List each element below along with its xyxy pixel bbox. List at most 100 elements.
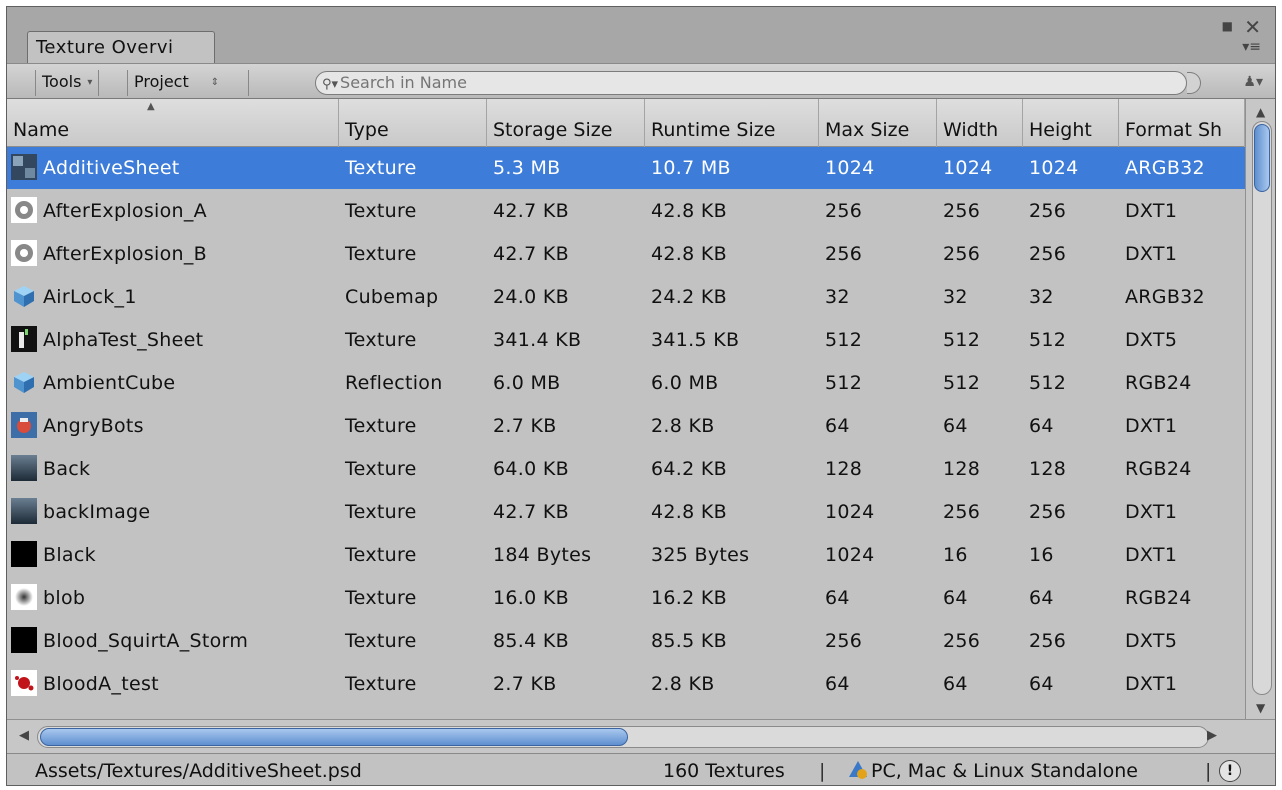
table-row[interactable]: Back Texture 64.0 KB 64.2 KB 128 128 128 RGB24 [7,448,1245,490]
selected-asset-path: Assets/Textures/AdditiveSheet.psd [35,760,362,782]
table-row[interactable]: backImage Texture 42.7 KB 42.8 KB 1024 256 256… [7,491,1245,533]
table-row[interactable]: BloodA_test Texture 2.7 KB 2.8 KB 64 64 64 DXT1 [7,663,1245,705]
blob-thumbnail-icon [11,584,37,610]
table-row[interactable]: Black Texture 184 Bytes 325 Bytes 1024 16 16 DX… [7,534,1245,576]
cell-runtime-size: 42.8 KB [651,243,727,265]
scroll-left-icon[interactable]: ◀ [19,728,29,743]
scope-dropdown[interactable]: Project ⇕ [127,70,249,96]
cell-height: 512 [1029,372,1067,394]
cell-storage-size: 5.3 MB [493,157,561,179]
table-row[interactable]: AlphaTest_Sheet Texture 341.4 KB 341.5 KB 51… [7,319,1245,361]
cell-max-size: 1024 [825,544,875,566]
platform-button[interactable]: PC, Mac & Linux Standalone [847,754,1138,785]
table-row[interactable]: Blood_SquirtA_Storm Texture 85.4 KB 85.5 KB… [7,620,1245,662]
table-row[interactable]: AngryBots Texture 2.7 KB 2.8 KB 64 64 64 DXT1 [7,405,1245,447]
cell-type: Texture [345,673,417,695]
cell-runtime-size: 2.8 KB [651,673,715,695]
cell-max-size: 64 [825,415,850,437]
cell-width: 64 [943,587,968,609]
vertical-scrollbar[interactable]: ▲ ▼ [1245,99,1275,719]
tab-texture-overview[interactable]: Texture Overvi [27,31,215,65]
col-height-header[interactable]: Height [1023,99,1119,147]
cell-height: 256 [1029,243,1067,265]
cell-format: DXT1 [1125,200,1178,222]
cell-height: 256 [1029,501,1067,523]
cell-type: Texture [345,587,417,609]
vertical-scroll-track[interactable] [1252,121,1272,695]
cell-width: 16 [943,544,968,566]
cell-type: Texture [345,329,417,351]
toolbar: Tools ▾ Project ⇕ ⚲▾ ♟▾ [7,63,1275,99]
cell-max-size: 512 [825,372,863,394]
cell-runtime-size: 42.8 KB [651,200,727,222]
texture-name: AngryBots [43,415,144,437]
gradient-thumbnail-icon [11,455,37,481]
table-header: ▲ Name Type Storage Size Runtime Size Max Si… [7,99,1245,147]
status-bar: Assets/Textures/AdditiveSheet.psd 160 Te… [7,753,1275,785]
scroll-right-icon[interactable]: ▶ [1207,728,1217,743]
cell-width: 256 [943,200,981,222]
cell-type: Cubemap [345,286,439,308]
search-cancel-button[interactable] [1187,72,1201,94]
platform-label: PC, Mac & Linux Standalone [871,760,1138,782]
col-runtime-size-header[interactable]: Runtime Size [645,99,819,147]
table-row[interactable]: blob Texture 16.0 KB 16.2 KB 64 64 64 RGB24 [7,577,1245,619]
col-name-header[interactable]: Name [7,99,339,147]
cell-type: Texture [345,501,417,523]
horizontal-scrollbar[interactable]: ◀ ▶ [7,719,1275,753]
search-field[interactable]: ⚲▾ [315,71,1187,95]
cell-runtime-size: 6.0 MB [651,372,719,394]
cell-width: 32 [943,286,968,308]
cell-storage-size: 24.0 KB [493,286,569,308]
col-width-header[interactable]: Width [937,99,1023,147]
cell-width: 256 [943,501,981,523]
cell-height: 1024 [1029,157,1079,179]
explosion-thumbnail-icon [11,240,37,266]
cell-width: 64 [943,673,968,695]
texture-name: Back [43,458,91,480]
col-type-header[interactable]: Type [339,99,487,147]
texture-name: AfterExplosion_B [43,243,208,265]
cell-type: Texture [345,458,417,480]
tab-title: Texture Overvi [36,37,174,58]
cell-format: RGB24 [1125,458,1192,480]
cell-height: 32 [1029,286,1054,308]
horizontal-scroll-thumb[interactable] [40,728,628,746]
horizontal-scroll-track[interactable] [37,726,1209,748]
search-input[interactable] [340,73,1141,92]
table-row[interactable]: AfterExplosion_B Texture 42.7 KB 42.8 KB 256… [7,233,1245,275]
close-icon[interactable]: ✕ [1244,15,1261,39]
table-row[interactable]: AdditiveSheet Texture 5.3 MB 10.7 MB 1024 102… [7,147,1245,189]
cell-max-size: 64 [825,587,850,609]
table-row[interactable]: AfterExplosion_A Texture 42.7 KB 42.8 KB 256… [7,190,1245,232]
cell-height: 64 [1029,587,1054,609]
cell-max-size: 64 [825,673,850,695]
cell-storage-size: 2.7 KB [493,673,557,695]
cell-name: Black [7,534,339,576]
user-filter-icon[interactable]: ♟▾ [1243,74,1263,90]
cell-format: RGB24 [1125,587,1192,609]
window-menu-icon[interactable]: ▾≡ [1242,39,1261,55]
col-storage-size-header[interactable]: Storage Size [487,99,645,147]
table-row[interactable]: AirLock_1 Cubemap 24.0 KB 24.2 KB 32 32 32 ARGB… [7,276,1245,318]
table-row[interactable]: AmbientCube Reflection 6.0 MB 6.0 MB 512 512 5… [7,362,1245,404]
texture-count: 160 Textures [663,760,785,782]
title-bar: Texture Overvi ■ ✕ ▾≡ [7,7,1275,65]
cell-height: 64 [1029,415,1054,437]
col-format-header[interactable]: Format Sh [1119,99,1245,147]
warning-icon[interactable]: ! [1219,760,1241,782]
black-thumbnail-icon [11,627,37,653]
cell-max-size: 1024 [825,157,875,179]
cell-name: blob [7,577,339,619]
cell-name: AfterExplosion_A [7,190,339,232]
col-max-size-header[interactable]: Max Size [819,99,937,147]
angrybots-thumbnail-icon [11,412,37,438]
cell-type: Texture [345,630,417,652]
maximize-icon[interactable]: ■ [1222,19,1233,33]
scroll-down-icon[interactable]: ▼ [1256,701,1265,715]
cell-storage-size: 64.0 KB [493,458,569,480]
scroll-up-icon[interactable]: ▲ [1256,105,1265,119]
vertical-scroll-thumb[interactable] [1254,124,1270,192]
tools-dropdown[interactable]: Tools ▾ [35,70,100,96]
cell-width: 512 [943,329,981,351]
